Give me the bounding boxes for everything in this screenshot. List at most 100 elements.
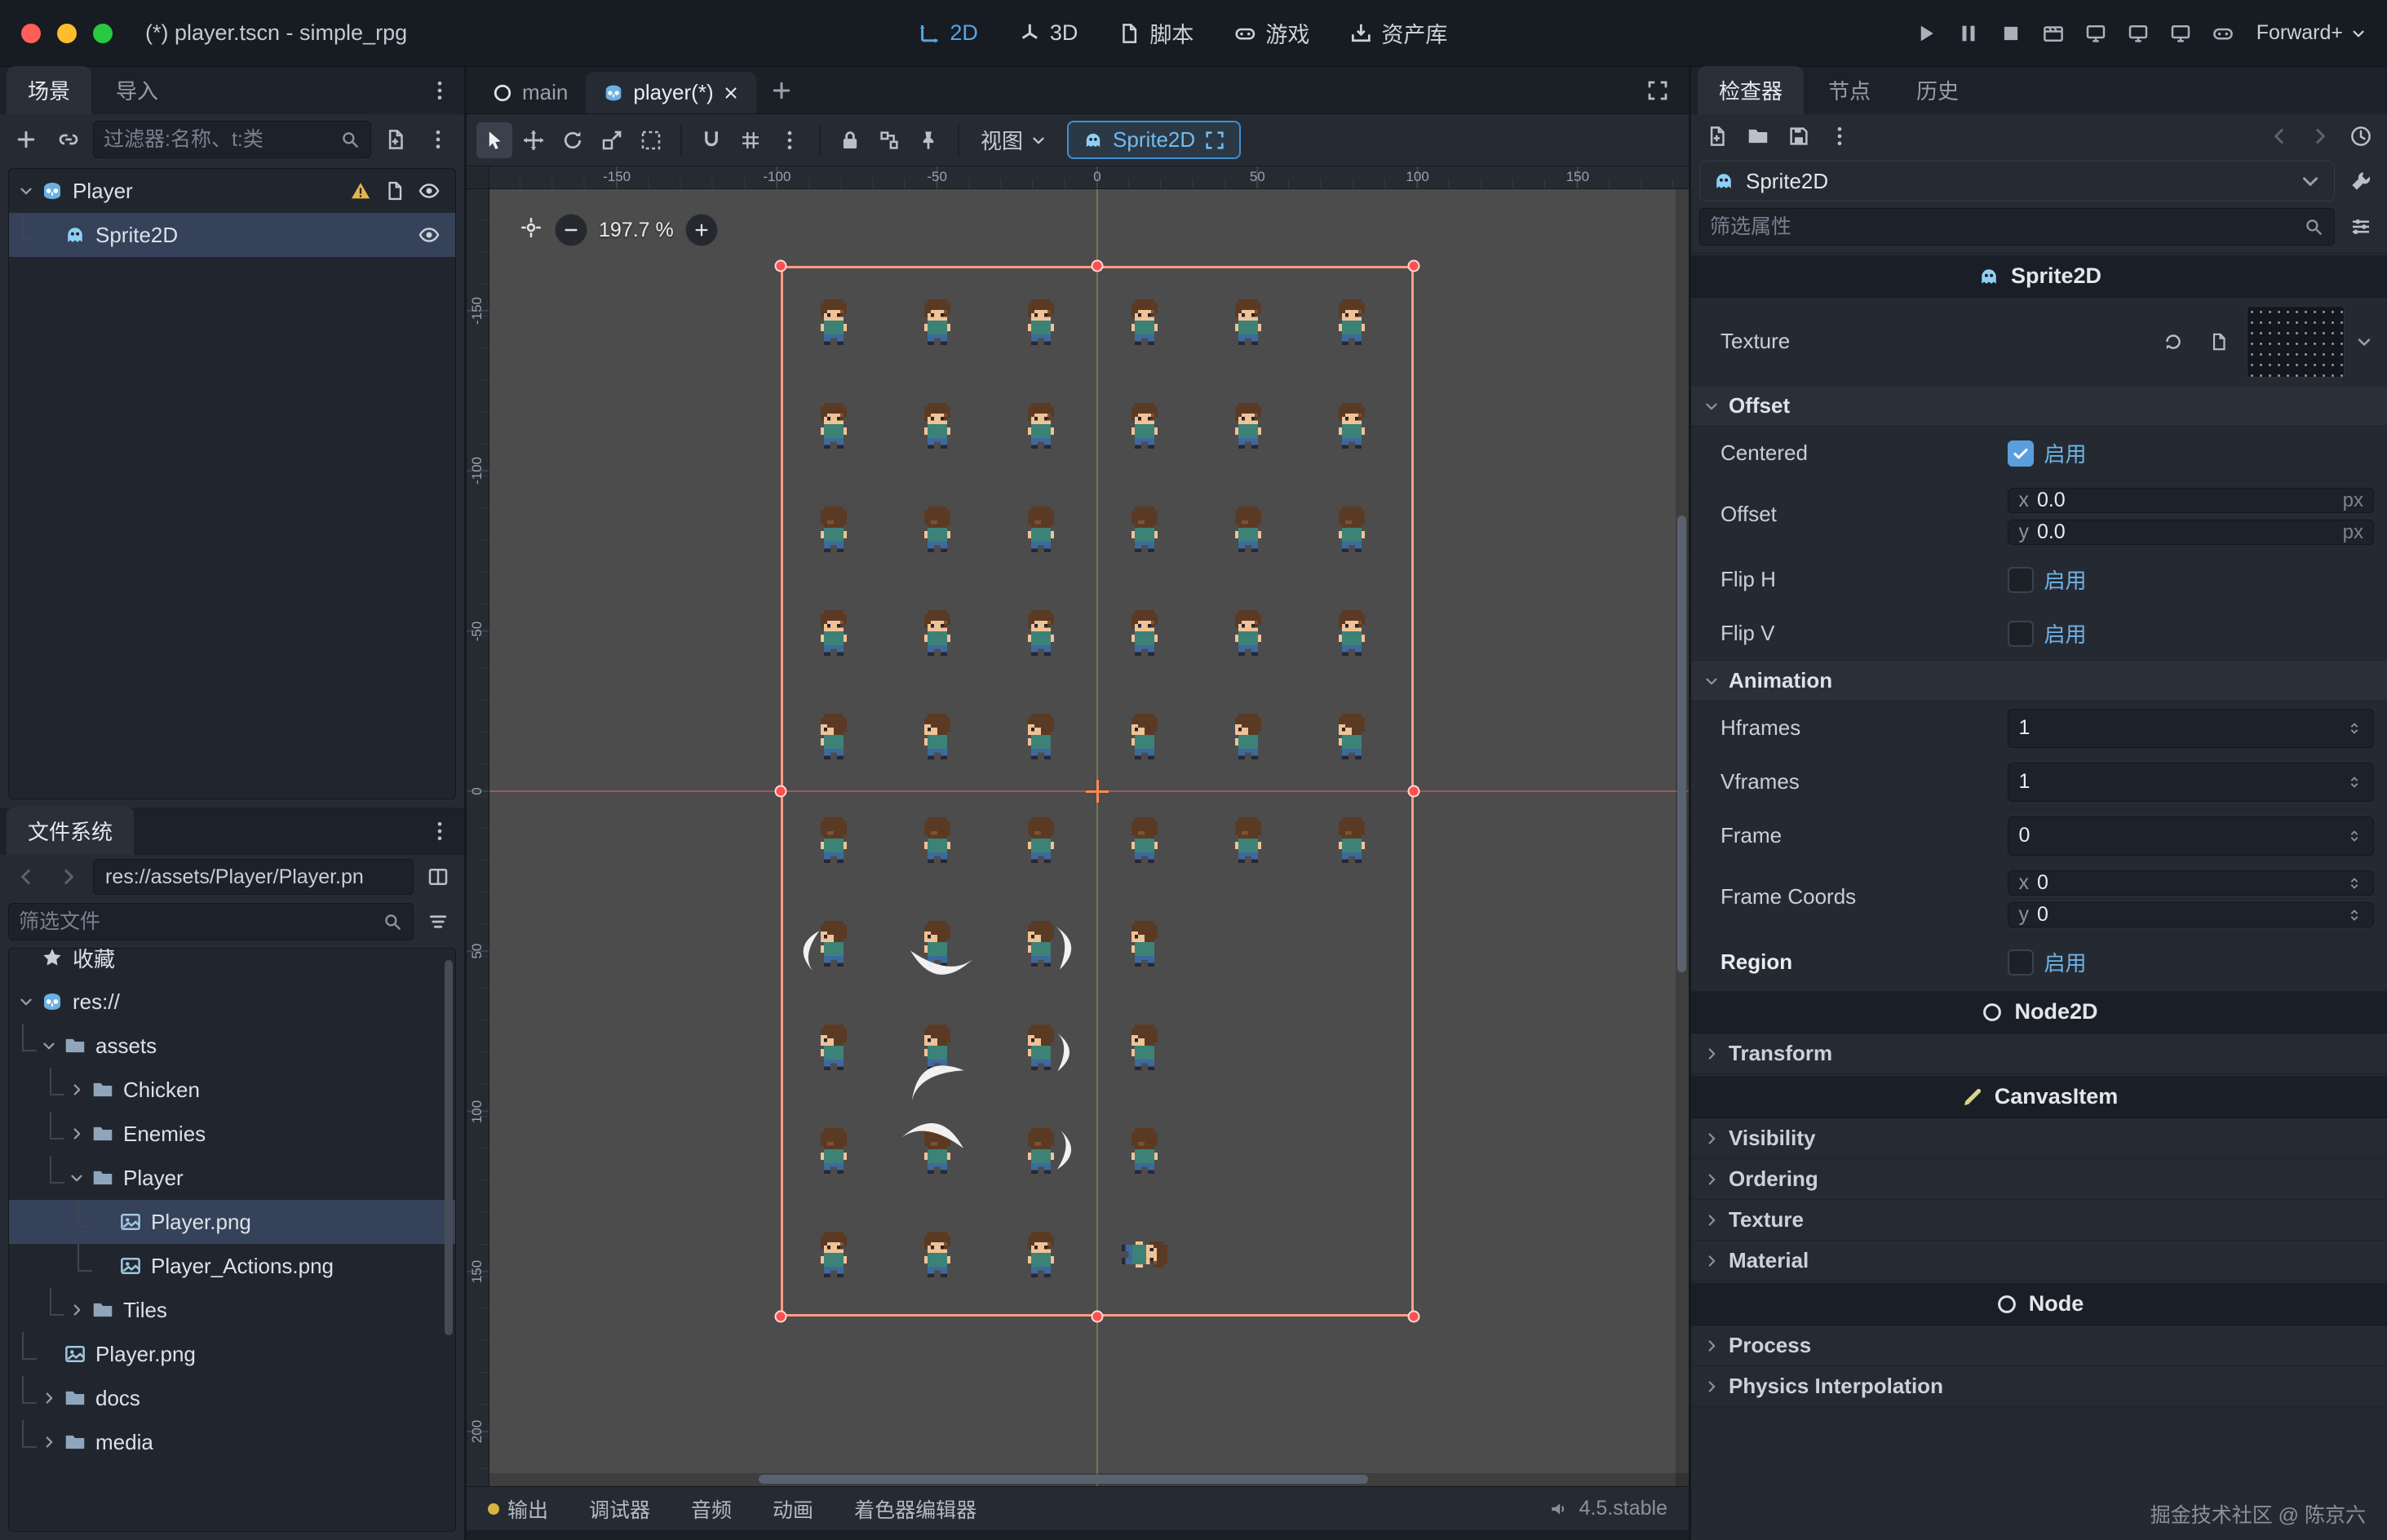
history-button[interactable]	[2343, 118, 2379, 154]
fs-filter-input[interactable]	[19, 910, 375, 934]
selection-handle[interactable]	[775, 260, 787, 272]
file-item-player-png[interactable]: Player.png	[9, 1200, 455, 1244]
filesystem-menu-button[interactable]	[422, 813, 458, 849]
bottom-panel-[interactable]: 调试器	[589, 1487, 691, 1530]
scene-more-button[interactable]	[420, 122, 456, 157]
offset-x-field[interactable]: x0.0px	[2008, 488, 2374, 513]
flip-h-checkbox[interactable]	[2008, 567, 2034, 593]
mode-tab-游戏[interactable]: 游戏	[1220, 11, 1322, 55]
file-item-chicken[interactable]: Chicken	[9, 1068, 455, 1112]
texture-dropdown-button[interactable]	[2354, 332, 2374, 352]
property-options-button[interactable]	[2343, 209, 2379, 245]
file-item-docs[interactable]: docs	[9, 1376, 455, 1420]
fs-path[interactable]: res://assets/Player/Player.pn	[93, 859, 414, 895]
grid-snap-button[interactable]	[733, 122, 768, 158]
scene-dock-menu-button[interactable]	[422, 73, 458, 108]
move-tool-button[interactable]	[516, 122, 551, 158]
center-view-button[interactable]	[519, 215, 543, 246]
lock-button[interactable]	[832, 122, 868, 158]
close-tab-icon[interactable]	[722, 84, 740, 102]
mode-tab-2d[interactable]: 2D	[904, 14, 991, 52]
frame-coords-y-field[interactable]: y0	[2008, 902, 2374, 927]
selection-handle[interactable]	[775, 785, 787, 798]
file-item-assets[interactable]: assets	[9, 1024, 455, 1068]
pin-button[interactable]	[910, 122, 946, 158]
distraction-free-button[interactable]	[1640, 73, 1676, 108]
renderer-select[interactable]: Forward+	[2247, 21, 2367, 45]
deploy-button[interactable]	[2162, 15, 2199, 52]
tab-history[interactable]: 历史	[1895, 66, 1980, 114]
selection-handle[interactable]	[1408, 1311, 1420, 1323]
rotate-tool-button[interactable]	[555, 122, 591, 158]
section-process[interactable]: Process	[1691, 1325, 2387, 1366]
close-window-button[interactable]	[21, 24, 41, 43]
horizontal-scrollbar[interactable]	[759, 1475, 1368, 1484]
vertical-scrollbar[interactable]	[1677, 516, 1686, 972]
group-button[interactable]	[871, 122, 907, 158]
frame-coords-x-stepper[interactable]	[2345, 874, 2363, 892]
selection-handle[interactable]	[1408, 785, 1420, 798]
scale-tool-button[interactable]	[594, 122, 630, 158]
scene-node-item-sprite2d[interactable]: Sprite2D	[9, 213, 455, 257]
section-texture[interactable]: Texture	[1691, 1200, 2387, 1241]
snap-menu-button[interactable]	[772, 122, 808, 158]
view-menu-button[interactable]: 视图	[971, 118, 1057, 162]
file-item-player-png[interactable]: Player.png	[9, 1332, 455, 1376]
resource-menu-button[interactable]	[1822, 118, 1858, 154]
play-button[interactable]	[1907, 15, 1945, 52]
section-transform[interactable]: Transform	[1691, 1033, 2387, 1074]
zoom-level[interactable]: 197.7 %	[599, 219, 674, 242]
viewport-2d[interactable]: -150-100-50050100150 -150-100-5005010015…	[467, 166, 1689, 1486]
inspector-filter-input[interactable]	[1710, 215, 2296, 239]
stop-button[interactable]	[1992, 15, 2030, 52]
group-animation[interactable]: Animation	[1691, 661, 2387, 701]
snap-toggle-button[interactable]	[693, 122, 729, 158]
file-item-media[interactable]: media	[9, 1420, 455, 1464]
add-node-button[interactable]	[8, 122, 44, 157]
hframes-field[interactable]: 1	[2008, 709, 2374, 748]
file-item-enemies[interactable]: Enemies	[9, 1112, 455, 1156]
bottom-panel-[interactable]: 动画	[773, 1487, 854, 1530]
tab-inspector[interactable]: 检查器	[1698, 66, 1804, 114]
texture-script-button[interactable]	[2201, 324, 2237, 360]
save-resource-button[interactable]	[1781, 118, 1817, 154]
flip-v-checkbox[interactable]	[2008, 621, 2034, 647]
bottom-panel-[interactable]: 音频	[691, 1487, 773, 1530]
file-item-res[interactable]: res://	[9, 980, 455, 1024]
file-item-row[interactable]: 收藏	[9, 948, 455, 980]
selection-handle[interactable]	[1092, 260, 1104, 272]
load-resource-button[interactable]	[1740, 118, 1776, 154]
object-options-button[interactable]	[2343, 163, 2379, 199]
group-offset[interactable]: Offset	[1691, 386, 2387, 427]
history-forward-button[interactable]	[2302, 118, 2338, 154]
movie-mode-button[interactable]	[2035, 15, 2072, 52]
section-ordering[interactable]: Ordering	[1691, 1159, 2387, 1200]
bottom-panel-[interactable]: 着色器编辑器	[854, 1487, 1017, 1530]
scene-node-item-player[interactable]: Player	[9, 169, 455, 213]
file-item-player[interactable]: Player	[9, 1156, 455, 1200]
texture-preview[interactable]	[2247, 306, 2345, 378]
centered-checkbox[interactable]	[2008, 440, 2034, 467]
mode-tab-脚本[interactable]: 脚本	[1104, 11, 1207, 55]
minimize-window-button[interactable]	[57, 24, 77, 43]
scene-tab-player[interactable]: player(*)	[586, 72, 755, 113]
section-physics-interpolation[interactable]: Physics Interpolation	[1691, 1366, 2387, 1407]
bottom-panel-[interactable]: 输出	[488, 1487, 589, 1530]
frame-stepper[interactable]	[2345, 827, 2363, 845]
file-item-player-actions-png[interactable]: Player_Actions.png	[9, 1244, 455, 1288]
fs-back-button[interactable]	[8, 859, 44, 895]
filesystem-scrollbar[interactable]	[445, 960, 453, 1335]
sprite2d-context-button[interactable]: Sprite2D	[1067, 121, 1241, 159]
fs-split-button[interactable]	[420, 859, 456, 895]
file-item-tiles[interactable]: Tiles	[9, 1288, 455, 1332]
tab-node[interactable]: 节点	[1807, 66, 1892, 114]
remote-debug-button[interactable]	[2204, 15, 2242, 52]
selection-handle[interactable]	[1408, 260, 1420, 272]
mode-tab-3d[interactable]: 3D	[1004, 14, 1092, 52]
fs-forward-button[interactable]	[51, 859, 86, 895]
zoom-window-button[interactable]	[93, 24, 113, 43]
vframes-field[interactable]: 1	[2008, 763, 2374, 802]
frame-field[interactable]: 0	[2008, 816, 2374, 856]
section-visibility[interactable]: Visibility	[1691, 1118, 2387, 1159]
canvas[interactable]: 197.7 %	[489, 189, 1689, 1486]
